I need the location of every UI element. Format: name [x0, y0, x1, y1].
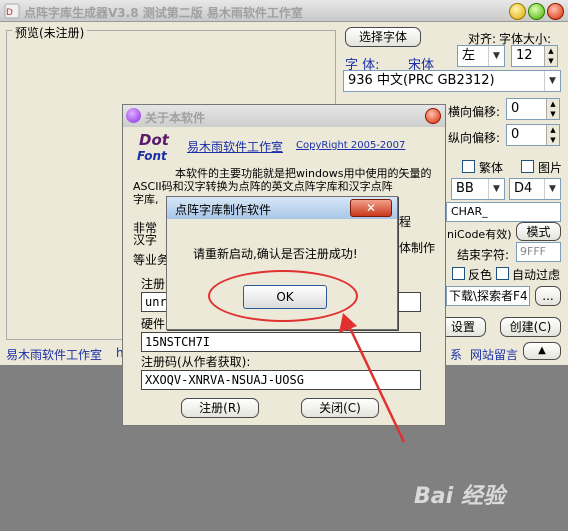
watermark: Bai 经验	[414, 484, 505, 509]
annotation-arrow	[339, 313, 406, 443]
